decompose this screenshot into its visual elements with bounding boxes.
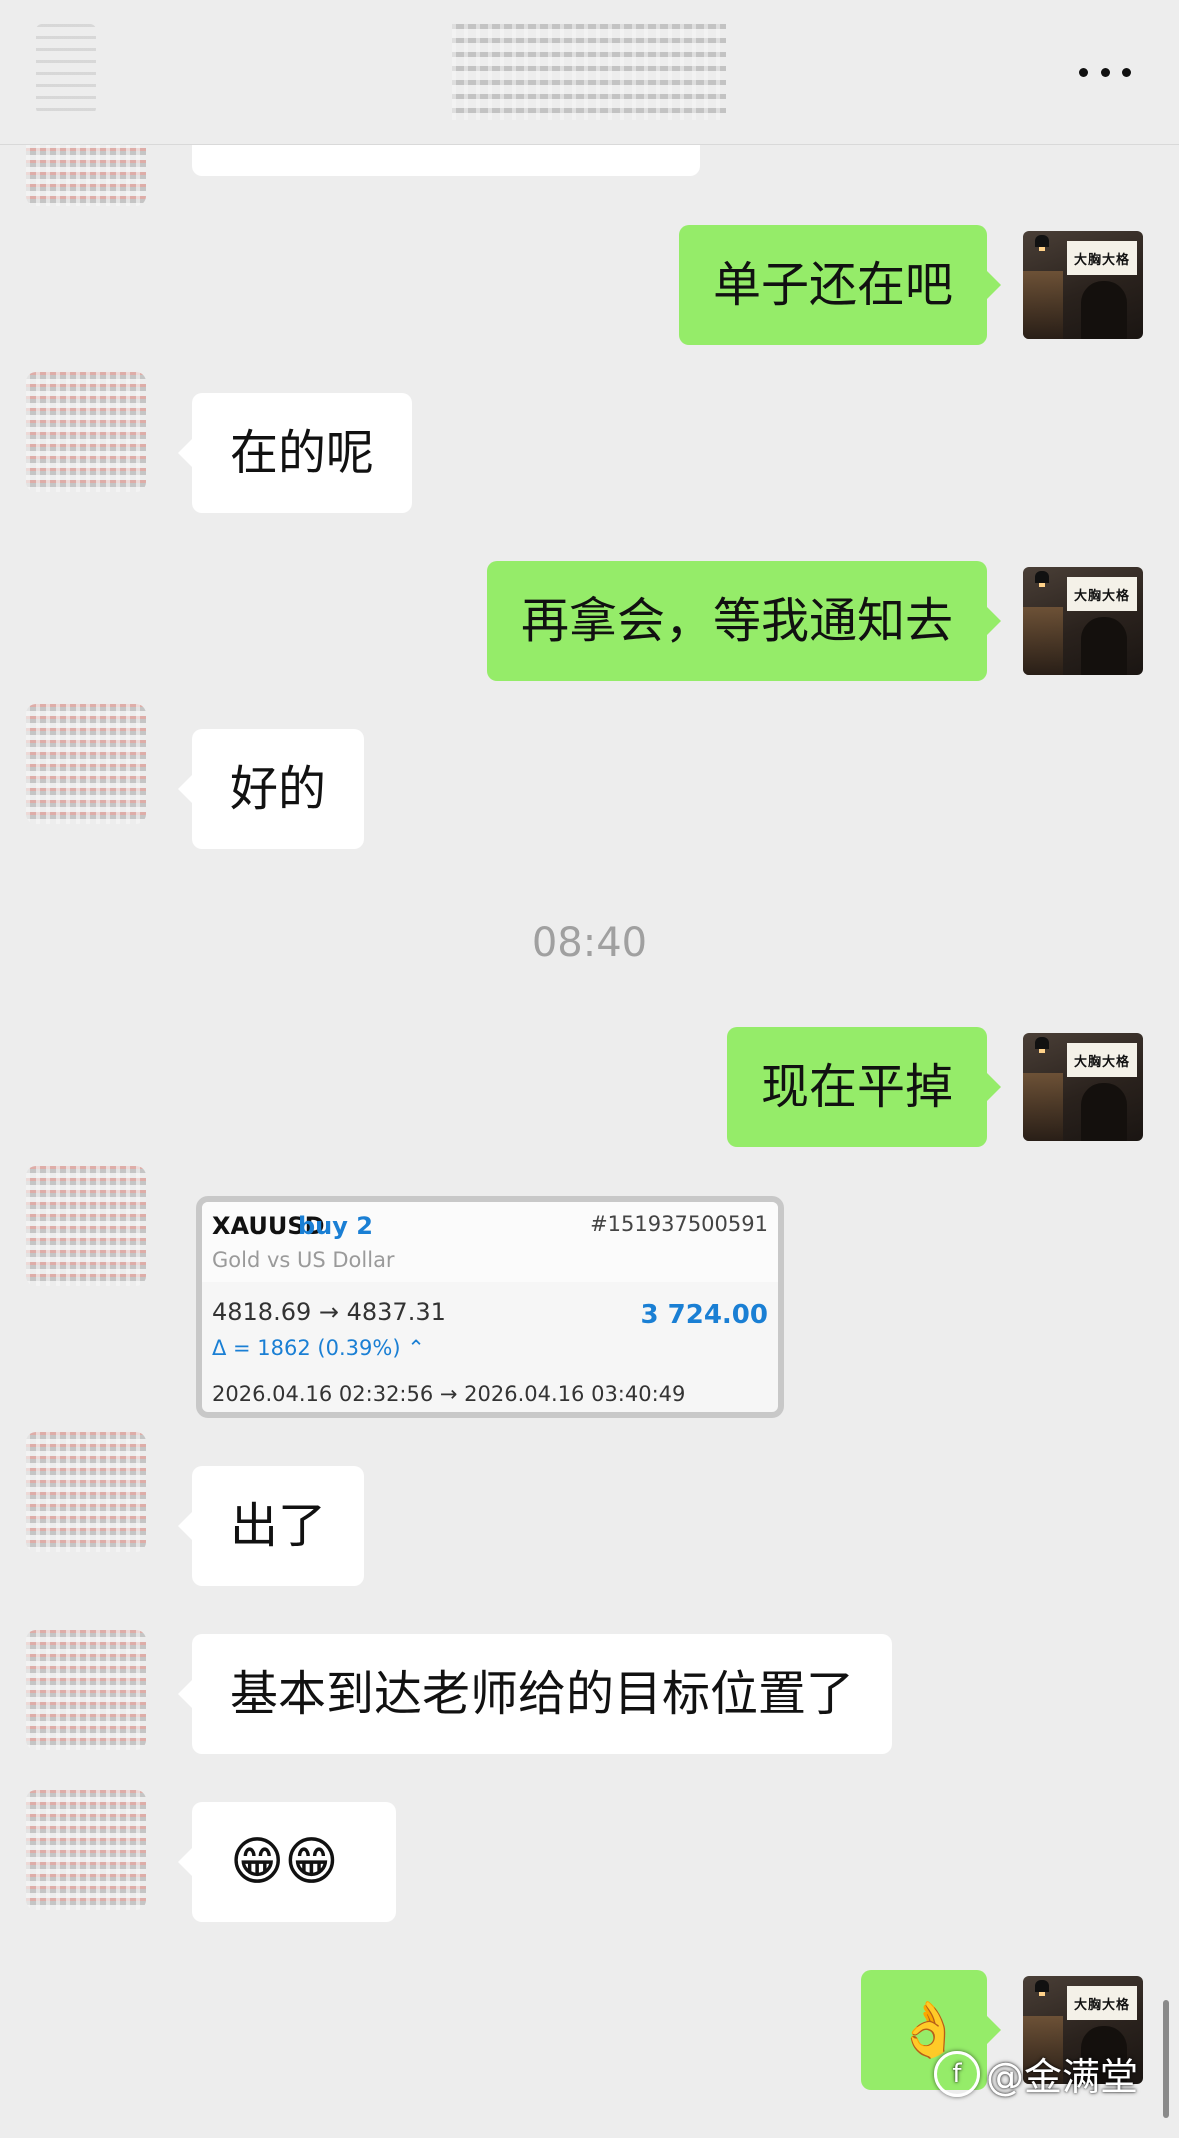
message-text: 基本到达老师给的目标位置了 [230, 1666, 855, 1722]
chat-timestamp: 08:40 [531, 920, 648, 966]
message-bubble-sent[interactable]: 单子还在吧 [678, 225, 1002, 345]
message-emoji: 😁😁 [230, 1832, 339, 1892]
avatar-sign-text: 大胸大格 [1067, 241, 1137, 275]
back-button[interactable] [36, 24, 96, 114]
message-bubble-received[interactable]: 基本到达老师给的目标位置了 [177, 1634, 893, 1754]
message-bubble-received[interactable]: 😁😁 [178, 1802, 396, 1922]
watermark: f @金满堂 [934, 2046, 1138, 2101]
message-bubble-sent[interactable]: 现在平掉 [726, 1027, 1002, 1147]
watermark-logo-icon: f [934, 2050, 980, 2097]
trade-profit: 3 724.00 [640, 1300, 768, 1330]
message-text: 单子还在吧 [712, 257, 953, 313]
trade-prices: 4818.69 → 4837.31 [212, 1298, 446, 1326]
my-avatar[interactable]: 大胸大格 [1023, 1033, 1143, 1141]
message-bubble-received[interactable]: 好的 [177, 729, 365, 849]
contact-avatar[interactable] [26, 704, 146, 824]
watermark-text: @金满堂 [986, 2055, 1139, 2099]
contact-avatar[interactable] [26, 1166, 146, 1286]
trade-screenshot-message[interactable]: XAUUSD buy 2 #151937500591 Gold vs US Do… [196, 1196, 784, 1418]
contact-avatar[interactable] [26, 1790, 146, 1910]
chat-title [452, 24, 726, 120]
avatar-sign-text: 大胸大格 [1067, 1043, 1137, 1077]
my-avatar[interactable]: 大胸大格 [1023, 567, 1143, 675]
scrollbar[interactable] [1163, 2000, 1169, 2118]
message-text: 好的 [230, 761, 327, 817]
message-text: 再拿会，等我通知去 [520, 593, 953, 649]
message-bubble-sent[interactable]: 再拿会，等我通知去 [486, 561, 1002, 681]
contact-avatar[interactable] [26, 1432, 146, 1552]
contact-avatar[interactable] [26, 372, 146, 492]
contact-avatar[interactable] [26, 1630, 146, 1750]
more-dots-icon[interactable] [1079, 62, 1131, 82]
trade-side: buy 2 [298, 1212, 373, 1240]
my-avatar[interactable]: 大胸大格 [1023, 231, 1143, 339]
message-text: 在的呢 [230, 425, 375, 481]
message-bubble-received[interactable]: 在的呢 [177, 393, 413, 513]
trade-description: Gold vs US Dollar [212, 1248, 395, 1272]
trade-times: 2026.04.16 02:32:56 → 2026.04.16 03:40:4… [212, 1382, 686, 1406]
message-bubble-received[interactable]: 出了 [177, 1466, 365, 1586]
chat-header [0, 0, 1179, 145]
message-text: 现在平掉 [760, 1059, 953, 1115]
trade-delta: Δ = 1862 (0.39%) ⌃ [212, 1336, 425, 1360]
avatar-sign-text: 大胸大格 [1067, 577, 1137, 611]
trade-ticket: #151937500591 [590, 1212, 768, 1236]
avatar-sign-text: 大胸大格 [1067, 1986, 1137, 2020]
message-text: 出了 [230, 1498, 327, 1554]
